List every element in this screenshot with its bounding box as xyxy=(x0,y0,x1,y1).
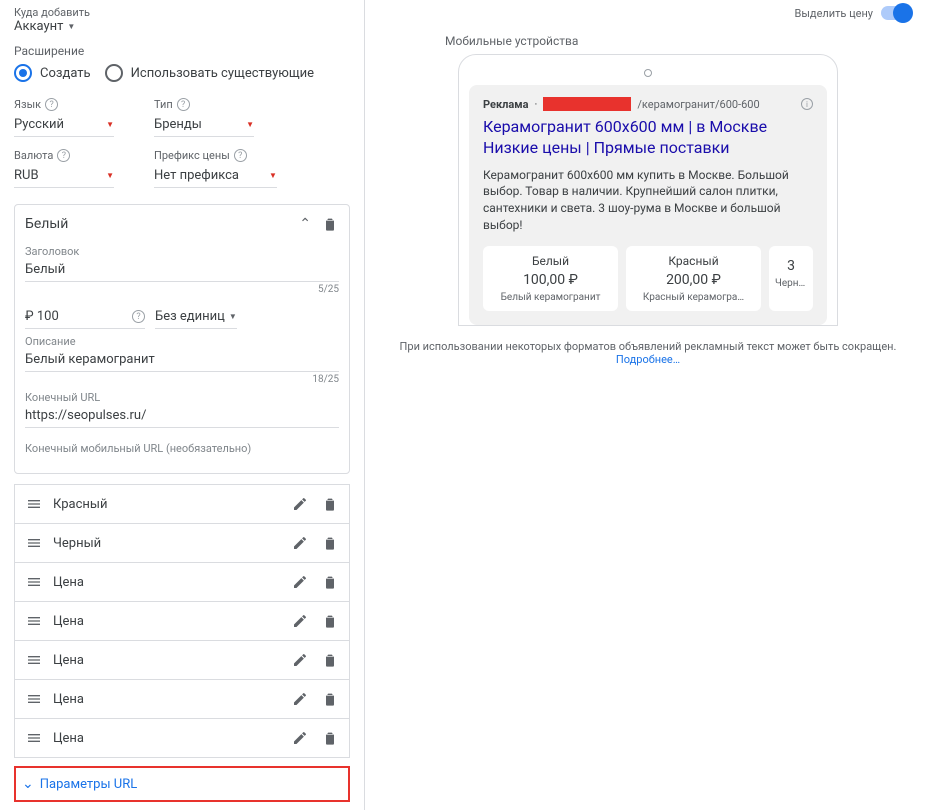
price-card: Белый 100,00 ₽ Белый керамогранит xyxy=(483,246,618,311)
header-field-label: Заголовок xyxy=(25,245,339,258)
help-icon[interactable]: ? xyxy=(45,98,58,111)
desc-field-label: Описание xyxy=(25,335,339,348)
dropdown-icon: ▼ xyxy=(106,120,114,129)
edit-icon[interactable] xyxy=(291,729,309,747)
edit-icon[interactable] xyxy=(291,495,309,513)
dropdown-icon: ▼ xyxy=(67,22,75,31)
device-label: Мобильные устройства xyxy=(445,34,911,48)
delete-icon[interactable] xyxy=(321,573,339,591)
extension-label: Расширение xyxy=(0,40,364,64)
delete-icon[interactable] xyxy=(321,534,339,552)
card-title: Белый xyxy=(25,216,68,232)
drag-icon[interactable] xyxy=(25,729,43,747)
delete-icon[interactable] xyxy=(321,651,339,669)
drag-icon[interactable] xyxy=(25,651,43,669)
list-item[interactable]: Красный xyxy=(14,484,350,524)
item-name: Цена xyxy=(53,731,84,746)
type-label: Тип xyxy=(154,98,173,111)
prefix-select[interactable]: Нет префикса▼ xyxy=(154,164,277,188)
list-item[interactable]: Цена xyxy=(14,602,350,641)
dropdown-icon: ▼ xyxy=(106,171,114,180)
info-icon[interactable]: i xyxy=(801,98,813,110)
item-name: Красный xyxy=(53,497,107,512)
help-icon[interactable]: ? xyxy=(234,149,247,162)
desc-counter: 18/25 xyxy=(25,374,339,385)
price-item-card: Белый ⌃ Заголовок Белый 5/25 ₽ 100? Без … xyxy=(14,204,350,474)
url-input[interactable]: https://seopulses.ru/ xyxy=(25,404,339,428)
url-field-label: Конечный URL xyxy=(25,391,339,404)
item-name: Цена xyxy=(53,692,84,707)
lang-select[interactable]: Русский▼ xyxy=(14,113,114,137)
highlight-toggle[interactable] xyxy=(881,6,911,20)
header-counter: 5/25 xyxy=(25,284,339,295)
redacted-url xyxy=(543,97,631,111)
chevron-down-icon: ⌄ xyxy=(22,776,34,792)
dropdown-icon: ▼ xyxy=(246,120,254,129)
drag-icon[interactable] xyxy=(25,495,43,513)
lang-label: Язык xyxy=(14,98,41,111)
dropdown-icon: ▼ xyxy=(269,171,277,180)
account-select[interactable]: Аккаунт ▼ xyxy=(14,19,350,34)
delete-icon[interactable] xyxy=(321,729,339,747)
account-label: Куда добавить xyxy=(14,6,350,19)
delete-icon[interactable] xyxy=(321,215,339,233)
list-item[interactable]: Цена xyxy=(14,563,350,602)
preview-note: При использовании некоторых форматов объ… xyxy=(385,340,911,366)
ad-display-url: /керамогранит/600-600 xyxy=(637,98,759,111)
radio-existing[interactable]: Использовать существующие xyxy=(105,64,314,82)
url-params-expander[interactable]: ⌄ Параметры URL xyxy=(14,766,350,802)
ad-preview: Реклама · /керамогранит/600-600 i Керамо… xyxy=(469,85,827,325)
unit-select[interactable]: Без единиц▼ xyxy=(155,305,237,329)
help-icon[interactable]: ? xyxy=(177,98,190,111)
radio-icon xyxy=(105,64,123,82)
help-icon[interactable]: ? xyxy=(132,310,145,323)
help-icon[interactable]: ? xyxy=(57,149,70,162)
preview-panel: Выделить цену Мобильные устройства Рекла… xyxy=(365,0,931,810)
list-item[interactable]: Черный xyxy=(14,524,350,563)
ad-description: Керамогранит 600х600 мм купить в Москве.… xyxy=(483,167,813,234)
mobile-url-input[interactable]: Конечный мобильный URL (необязательно) xyxy=(25,428,339,463)
price-card: Красный 200,00 ₽ Красный керамогра… xyxy=(626,246,761,311)
drag-icon[interactable] xyxy=(25,612,43,630)
currency-label: Валюта xyxy=(14,149,53,162)
collapse-icon[interactable]: ⌃ xyxy=(299,216,311,232)
learn-more-link[interactable]: Подробнее… xyxy=(616,353,680,366)
edit-icon[interactable] xyxy=(291,534,309,552)
price-input[interactable]: ₽ 100? xyxy=(25,305,145,329)
edit-icon[interactable] xyxy=(291,651,309,669)
item-name: Цена xyxy=(53,614,84,629)
radio-create[interactable]: Создать xyxy=(14,64,91,82)
drag-icon[interactable] xyxy=(25,573,43,591)
ad-headline: Керамогранит 600x600 мм | в Москве Низки… xyxy=(483,117,813,159)
drag-icon[interactable] xyxy=(25,690,43,708)
dropdown-icon: ▼ xyxy=(229,312,237,321)
delete-icon[interactable] xyxy=(321,495,339,513)
list-item[interactable]: Цена xyxy=(14,641,350,680)
header-input[interactable]: Белый xyxy=(25,258,339,282)
radio-icon xyxy=(14,64,32,82)
desc-input[interactable]: Белый керамогранит xyxy=(25,348,339,372)
currency-select[interactable]: RUB▼ xyxy=(14,164,114,188)
edit-icon[interactable] xyxy=(291,612,309,630)
prefix-label: Префикс цены xyxy=(154,149,230,162)
list-item[interactable]: Цена xyxy=(14,719,350,758)
highlight-label: Выделить цену xyxy=(795,7,873,20)
type-select[interactable]: Бренды▼ xyxy=(154,113,254,137)
delete-icon[interactable] xyxy=(321,612,339,630)
price-card: 3 Черный xyxy=(769,246,813,311)
list-item[interactable]: Цена xyxy=(14,680,350,719)
item-name: Цена xyxy=(53,653,84,668)
edit-icon[interactable] xyxy=(291,690,309,708)
item-name: Цена xyxy=(53,575,84,590)
delete-icon[interactable] xyxy=(321,690,339,708)
edit-icon[interactable] xyxy=(291,573,309,591)
phone-preview: Реклама · /керамогранит/600-600 i Керамо… xyxy=(458,54,838,326)
ad-badge: Реклама xyxy=(483,98,529,111)
camera-icon xyxy=(644,69,652,77)
form-panel: Куда добавить Аккаунт ▼ Расширение Созда… xyxy=(0,0,365,810)
item-name: Черный xyxy=(53,536,101,551)
drag-icon[interactable] xyxy=(25,534,43,552)
